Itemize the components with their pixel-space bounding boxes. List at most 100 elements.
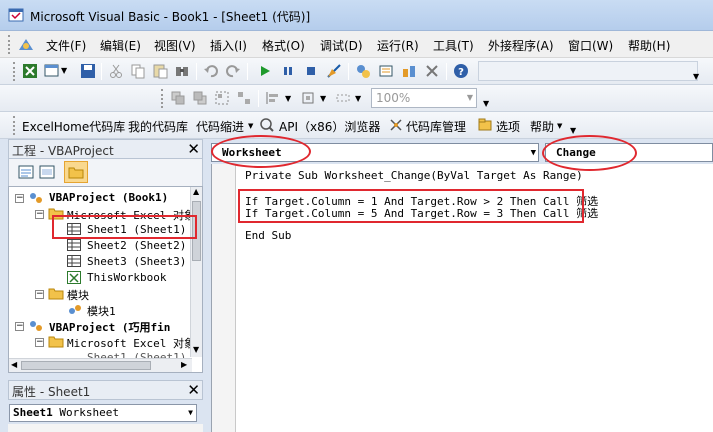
break-icon[interactable]: [280, 63, 296, 79]
tree-node-vbaproject-book1[interactable]: VBAProject (Book1): [49, 191, 168, 204]
save-icon[interactable]: [80, 63, 96, 79]
menu-tools[interactable]: 工具(T): [433, 37, 474, 54]
tree-node-module1[interactable]: 模块1: [87, 303, 116, 319]
library-manage-button[interactable]: 代码库管理: [406, 118, 466, 135]
close-icon[interactable]: ✕: [187, 381, 200, 399]
send-to-back-icon[interactable]: [192, 90, 208, 106]
chevron-down-icon[interactable]: ▼: [467, 93, 473, 102]
bring-to-front-icon[interactable]: [170, 90, 186, 106]
api-browser-button[interactable]: API（x86）浏览器: [279, 118, 380, 135]
find-icon[interactable]: [174, 63, 190, 79]
menu-file[interactable]: 文件(F): [46, 37, 86, 54]
scroll-thumb[interactable]: [21, 361, 151, 370]
tree-node-thisworkbook[interactable]: ThisWorkbook: [87, 271, 166, 284]
scroll-up-icon[interactable]: ▲: [193, 187, 199, 196]
properties-tabs[interactable]: [8, 424, 203, 432]
toolbar-grip[interactable]: [161, 89, 164, 108]
ungroup-icon[interactable]: [236, 90, 252, 106]
tree-node-sheet2[interactable]: Sheet2 (Sheet2): [87, 239, 186, 252]
chevron-down-icon[interactable]: ▼: [531, 145, 536, 162]
close-icon[interactable]: ✕: [187, 140, 200, 158]
align-icon[interactable]: [265, 90, 281, 106]
api-browser-icon[interactable]: [259, 117, 275, 133]
toggle-folders-button[interactable]: [64, 161, 88, 183]
tree-node-sheet3[interactable]: Sheet3 (Sheet3): [87, 255, 186, 268]
toolbar-grip[interactable]: [13, 116, 16, 135]
code-line[interactable]: End Sub: [245, 229, 291, 242]
addin-toolbar: ExcelHome代码库 我的代码库 代码缩进 ▼ API（x86）浏览器 代码…: [0, 112, 713, 139]
toolbar-separator: [196, 63, 197, 80]
chevron-down-icon[interactable]: ▼: [188, 405, 193, 421]
view-object-icon[interactable]: [39, 164, 55, 180]
menu-run[interactable]: 运行(R): [377, 37, 419, 54]
options-button[interactable]: 选项: [496, 118, 520, 135]
chevron-down-icon[interactable]: ▼: [61, 66, 67, 75]
properties-object-select[interactable]: Sheet1 Worksheet ▼: [9, 404, 197, 422]
collapse-icon[interactable]: −: [35, 290, 44, 299]
view-code-icon[interactable]: [18, 164, 34, 180]
design-mode-icon[interactable]: [326, 63, 342, 79]
vba-menu-icon[interactable]: [17, 36, 35, 53]
center-icon[interactable]: [300, 90, 316, 106]
group-icon[interactable]: [214, 90, 230, 106]
chevron-down-icon[interactable]: ▼: [355, 94, 361, 103]
tree-node-excel-objects-2[interactable]: Microsoft Excel 对象: [67, 335, 195, 351]
object-browser-icon[interactable]: [401, 63, 417, 79]
scroll-right-icon[interactable]: ▶: [181, 360, 187, 369]
undo-icon[interactable]: [203, 63, 219, 79]
toolbar-overflow-icon[interactable]: ▼: [483, 99, 489, 108]
properties-object-type: Worksheet: [59, 406, 119, 419]
cut-icon[interactable]: [108, 63, 124, 79]
chevron-down-icon[interactable]: ▼: [320, 94, 326, 103]
chevron-down-icon[interactable]: ▼: [557, 122, 562, 130]
copy-icon[interactable]: [130, 63, 146, 79]
toolbar-separator: [101, 63, 102, 80]
toolbar-overflow-icon[interactable]: ▼: [693, 72, 699, 81]
menu-debug[interactable]: 调试(D): [320, 37, 363, 54]
chevron-down-icon[interactable]: ▼: [285, 94, 291, 103]
paste-icon[interactable]: [152, 63, 168, 79]
tree-node-vbaproject-2[interactable]: VBAProject (巧用fin: [49, 319, 170, 335]
tree-horizontal-scrollbar[interactable]: ◀ ▶: [9, 358, 192, 372]
insert-userform-icon[interactable]: [44, 63, 60, 79]
menubar-grip[interactable]: [8, 35, 11, 54]
tree-vertical-scrollbar[interactable]: ▲ ▼: [190, 187, 202, 357]
tree-node-modules[interactable]: 模块: [67, 287, 89, 303]
excel-view-icon[interactable]: [22, 63, 38, 79]
menu-window[interactable]: 窗口(W): [568, 37, 613, 54]
toolbar-grip[interactable]: [13, 62, 16, 81]
code-margin[interactable]: [212, 164, 236, 432]
menu-help[interactable]: 帮助(H): [628, 37, 670, 54]
collapse-icon[interactable]: −: [35, 210, 44, 219]
addin-help-button[interactable]: 帮助: [530, 118, 554, 135]
toolbox-icon[interactable]: [424, 63, 440, 79]
options-icon[interactable]: [477, 117, 493, 133]
collapse-icon[interactable]: −: [35, 338, 44, 347]
run-icon[interactable]: [257, 63, 273, 79]
menu-addins[interactable]: 外接程序(A): [488, 37, 554, 54]
menu-view[interactable]: 视图(V): [154, 37, 196, 54]
help-icon[interactable]: ?: [453, 63, 469, 79]
zoom-combo[interactable]: 100% ▼: [371, 88, 477, 108]
code-line[interactable]: Private Sub Worksheet_Change(ByVal Targe…: [245, 169, 583, 182]
chevron-down-icon[interactable]: ▼: [248, 122, 253, 130]
toolbar-separator: [258, 90, 259, 107]
menu-insert[interactable]: 插入(I): [210, 37, 247, 54]
library-manage-icon[interactable]: [388, 117, 404, 133]
title-bar: Microsoft Visual Basic - Book1 - [Sheet1…: [0, 0, 713, 31]
menu-edit[interactable]: 编辑(E): [100, 37, 141, 54]
reset-icon[interactable]: [303, 63, 319, 79]
toolbar-overflow-icon[interactable]: ▼: [570, 126, 576, 135]
collapse-icon[interactable]: −: [15, 322, 24, 331]
redo-icon[interactable]: [225, 63, 241, 79]
project-explorer-icon[interactable]: [355, 63, 371, 79]
properties-window-icon[interactable]: [378, 63, 394, 79]
my-library-button[interactable]: 我的代码库: [128, 118, 188, 135]
scroll-down-icon[interactable]: ▼: [193, 345, 199, 354]
make-same-size-icon[interactable]: [335, 90, 351, 106]
menu-format[interactable]: 格式(O): [262, 37, 305, 54]
excelhome-library-button[interactable]: ExcelHome代码库: [22, 118, 125, 135]
code-indent-button[interactable]: 代码缩进: [196, 118, 244, 135]
scroll-left-icon[interactable]: ◀: [11, 360, 17, 369]
collapse-icon[interactable]: −: [15, 194, 24, 203]
